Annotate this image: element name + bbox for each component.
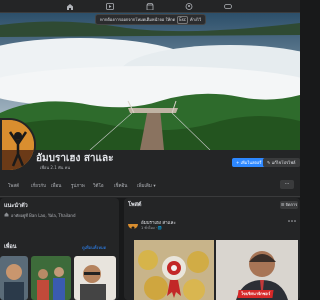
tab-posts[interactable]: โพสต์ [8,182,19,189]
tab-videos[interactable]: วิดีโอ [93,182,104,189]
post-options-icon[interactable] [288,219,296,223]
tab-checkins[interactable]: เช็คอิน [114,182,127,189]
edit-profile-button[interactable]: ✎ แก้ไขโปรไฟล์ [263,158,300,167]
manage-posts-button[interactable]: ☰ จัดการ [280,201,298,209]
groups-icon[interactable] [185,3,193,10]
section-divider [0,196,300,197]
profile-friends-count[interactable]: เพื่อน 2.1 พัน คน [40,164,70,171]
friend-photo[interactable] [31,256,71,300]
friend-photo[interactable] [0,256,28,300]
post-author-avatar[interactable] [128,219,138,229]
intro-title: แนะนำตัว [4,203,28,209]
friend-face-image [0,256,28,300]
post-image-bouquet[interactable] [134,240,214,300]
intro-location: อาศัยอยู่ที่ Ban Lao, Yala, Thailand [11,213,76,218]
see-all-friends-link[interactable]: ดูเพื่อนทั้งหมด [82,244,106,251]
add-story-button[interactable]: + เพิ่มในสตอรี่ [232,158,266,167]
friend-photo[interactable] [74,256,116,300]
tab-photos[interactable]: รูปภาพ [71,182,85,189]
cover-photo[interactable] [0,13,300,150]
tab-friends[interactable]: เพื่อน [51,182,61,189]
profile-tabs: โพสต์ เกี่ยวกับ เพื่อน รูปภาพ วิดีโอ เช็… [0,180,300,192]
gaming-icon[interactable] [224,3,232,10]
marketplace-icon[interactable] [146,3,154,10]
watch-icon[interactable] [106,3,114,10]
friend-face-image [74,256,116,300]
posts-title: โพสต์ [128,202,142,208]
bouquet-image [134,240,214,300]
home-icon[interactable] [66,3,74,10]
tab-more[interactable]: เพิ่มเติม ▾ [137,182,156,189]
more-options-button[interactable]: ··· [280,180,294,189]
post-image-overlay-label: ไขปริศนาจิกซอว์ [237,290,274,298]
tab-about[interactable]: เกี่ยวกับ [31,182,46,189]
post-time[interactable]: 1 ชั่วโมง · 🌐 [141,225,162,231]
fullscreen-exit-tooltip: หากต้องการออกจากโหมดเต็มหน้าจอ ให้กด Esc ค… [95,14,207,25]
top-nav-bar [0,0,300,13]
friend-group-image [31,256,71,300]
home-location-icon [4,212,9,217]
friends-title: เพื่อน [4,244,17,250]
cover-landscape-image [0,13,300,150]
